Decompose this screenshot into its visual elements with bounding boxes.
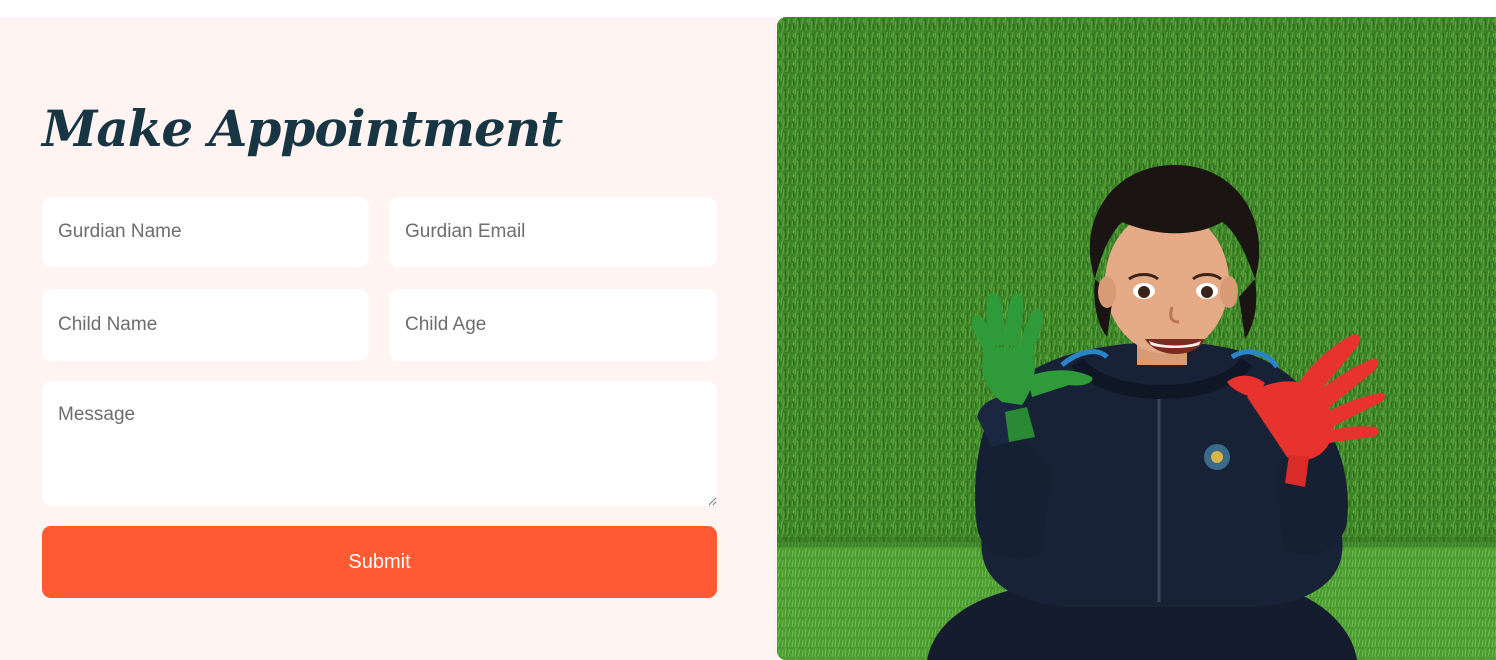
child-age-field[interactable] bbox=[389, 289, 717, 361]
message-field[interactable] bbox=[42, 381, 717, 506]
child-photo bbox=[777, 17, 1496, 660]
guardian-name-field[interactable] bbox=[42, 197, 369, 267]
appointment-section: Make Appointment Submit bbox=[0, 0, 1496, 660]
appointment-form-panel: Make Appointment Submit bbox=[0, 17, 777, 660]
submit-button[interactable]: Submit bbox=[42, 526, 717, 598]
guardian-email-field[interactable] bbox=[389, 197, 717, 267]
page-title: Make Appointment bbox=[42, 99, 563, 158]
child-name-field[interactable] bbox=[42, 289, 369, 361]
